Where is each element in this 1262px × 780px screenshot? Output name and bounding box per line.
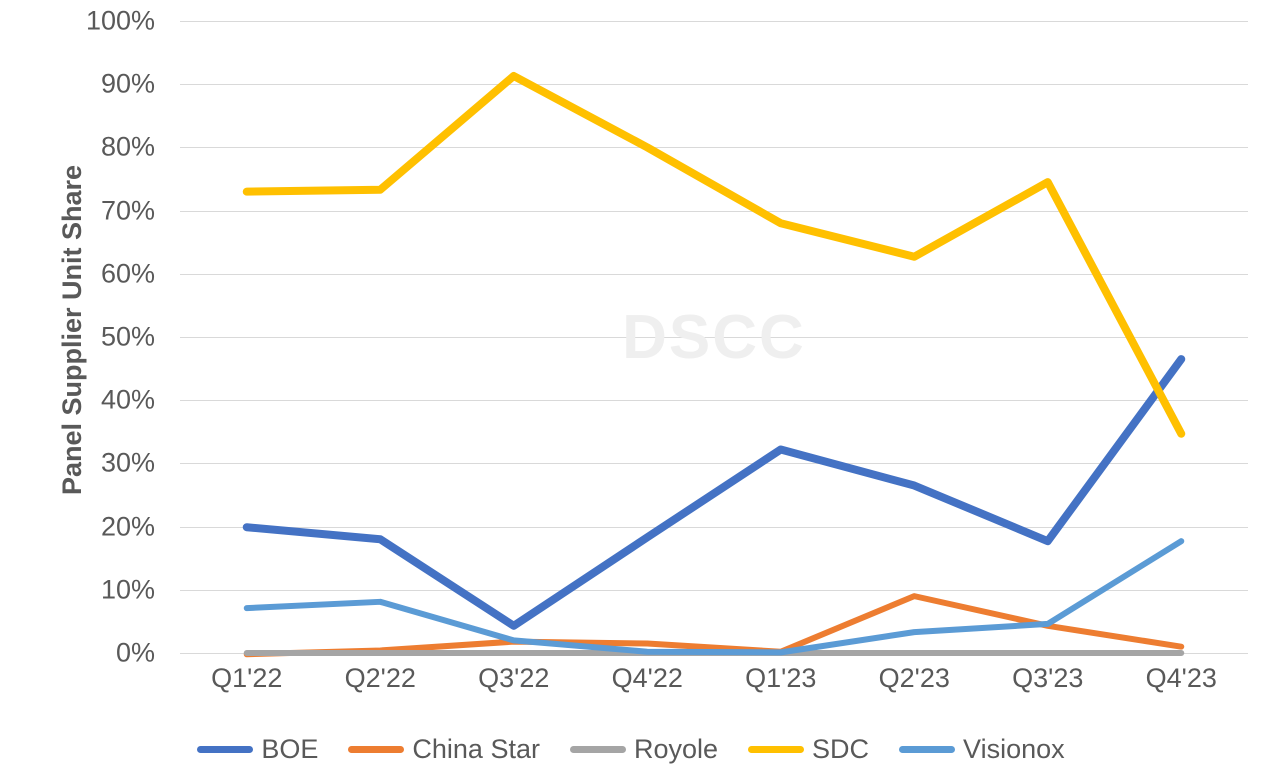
y-axis-tick-label: 50% [100,321,155,352]
x-axis-tick-label: Q2'23 [878,663,950,693]
y-axis-tick-label: 60% [100,258,155,289]
x-axis-tick-labels: Q1'22 Q2'22 Q3'22 Q4'22 Q1'23 Q2'23 Q3'23 Q4'23 [180,662,1248,704]
x-axis-tick-label: Q3'23 [1012,663,1084,693]
y-axis-tick-label: 30% [100,447,155,478]
y-axis-tick-label: 100% [85,5,155,36]
legend-item-boe[interactable]: BOE [197,733,319,764]
legend-swatch-icon [348,745,405,753]
series-line-boe [242,355,1186,630]
y-axis-tick-label: 70% [100,195,155,226]
series-lines [242,71,1186,658]
legend-item-label: China Star [412,733,540,764]
y-axis-tick-label: 10% [100,574,155,605]
x-axis-tick-label: Q4'22 [611,663,683,693]
x-axis-tick-label: Q4'23 [1145,663,1217,693]
legend-item-label: Visionox [963,733,1065,764]
x-axis-tick-label: Q1'23 [745,663,817,693]
series-line-sdc [242,71,1186,438]
legend-item-label: BOE [261,733,319,764]
plot-area: DSCC [180,21,1248,658]
legend-item-label: Royole [633,733,719,764]
y-axis-tick-label: 0% [115,637,155,668]
y-axis-tick-labels: 0% 10% 20% 30% 40% 50% 60% 70% 80% 90% 100% [55,0,155,780]
legend-swatch-icon [197,745,254,753]
line-chart: Panel Supplier Unit Share 0% 10% 20% 30% 40%… [0,0,1262,780]
x-axis-tick-label: Q3'22 [478,663,550,693]
legend-item-china-star[interactable]: China Star [348,733,540,764]
legend-item-royole[interactable]: Royole [569,733,719,764]
legend-item-sdc[interactable]: SDC [748,733,870,764]
x-axis-tick-label: Q2'22 [344,663,416,693]
x-axis-tick-label: Q1'22 [211,663,283,693]
legend-swatch-icon [569,745,626,753]
y-axis-tick-label: 20% [100,511,155,542]
series-line-visionox [243,538,1185,656]
y-axis-tick-label: 80% [100,131,155,162]
legend-swatch-icon [748,745,805,753]
chart-legend: BOE China Star Royole SDC Visionox [0,726,1262,772]
legend-swatch-icon [899,745,956,753]
legend-item-visionox[interactable]: Visionox [899,733,1065,764]
y-axis-tick-label: 40% [100,384,155,415]
legend-item-label: SDC [812,733,870,764]
y-axis-tick-label: 90% [100,68,155,99]
